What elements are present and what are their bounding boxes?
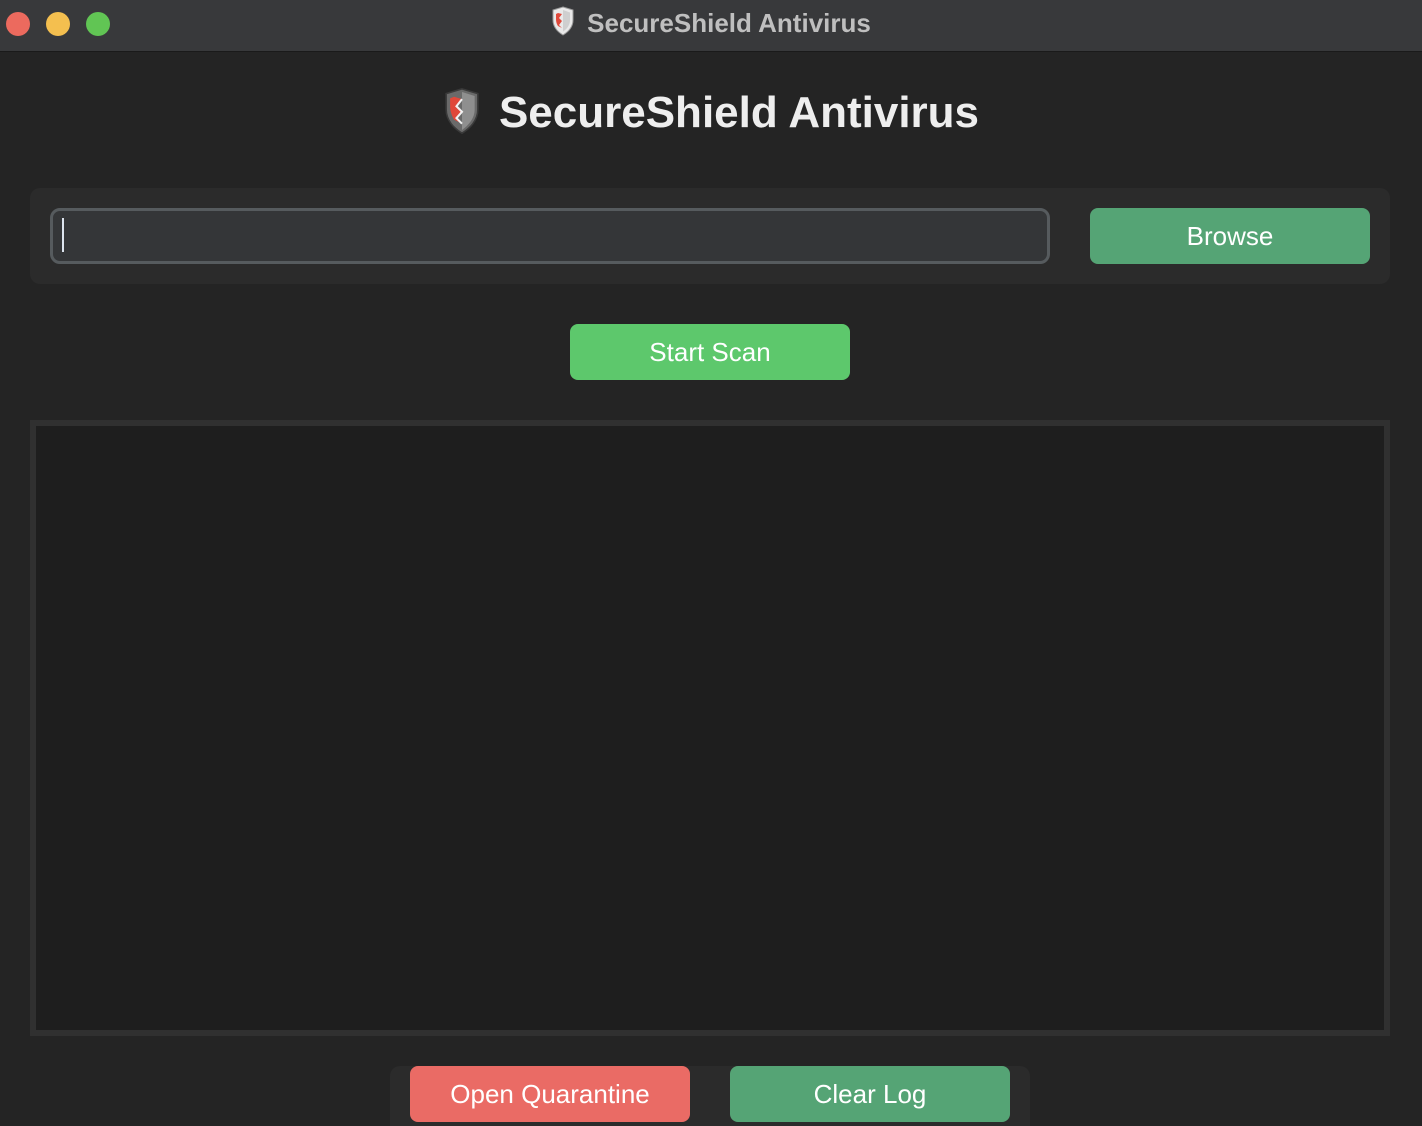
path-selection-panel: Browse: [30, 188, 1390, 284]
shield-icon: [443, 87, 481, 140]
page-title: SecureShield Antivirus: [498, 88, 980, 137]
start-scan-button[interactable]: Start Scan: [570, 324, 850, 380]
app-window: SecureShield Antivirus SecureShield Anti…: [0, 0, 1422, 1126]
path-input[interactable]: [50, 208, 1050, 264]
open-quarantine-button[interactable]: Open Quarantine: [410, 1066, 690, 1122]
text-cursor: [62, 218, 64, 252]
shield-icon: [551, 5, 575, 41]
browse-button[interactable]: Browse: [1090, 208, 1370, 264]
window-title: SecureShield Antivirus: [587, 7, 871, 38]
bottom-action-panel: Open Quarantine Clear Log: [390, 1066, 1030, 1126]
window-title-group: SecureShield Antivirus: [0, 0, 1422, 46]
app-header: SecureShield Antivirus: [0, 80, 1422, 146]
clear-log-button[interactable]: Clear Log: [730, 1066, 1010, 1122]
scan-log-textbox[interactable]: [30, 420, 1390, 1036]
title-bar: SecureShield Antivirus: [0, 0, 1422, 52]
